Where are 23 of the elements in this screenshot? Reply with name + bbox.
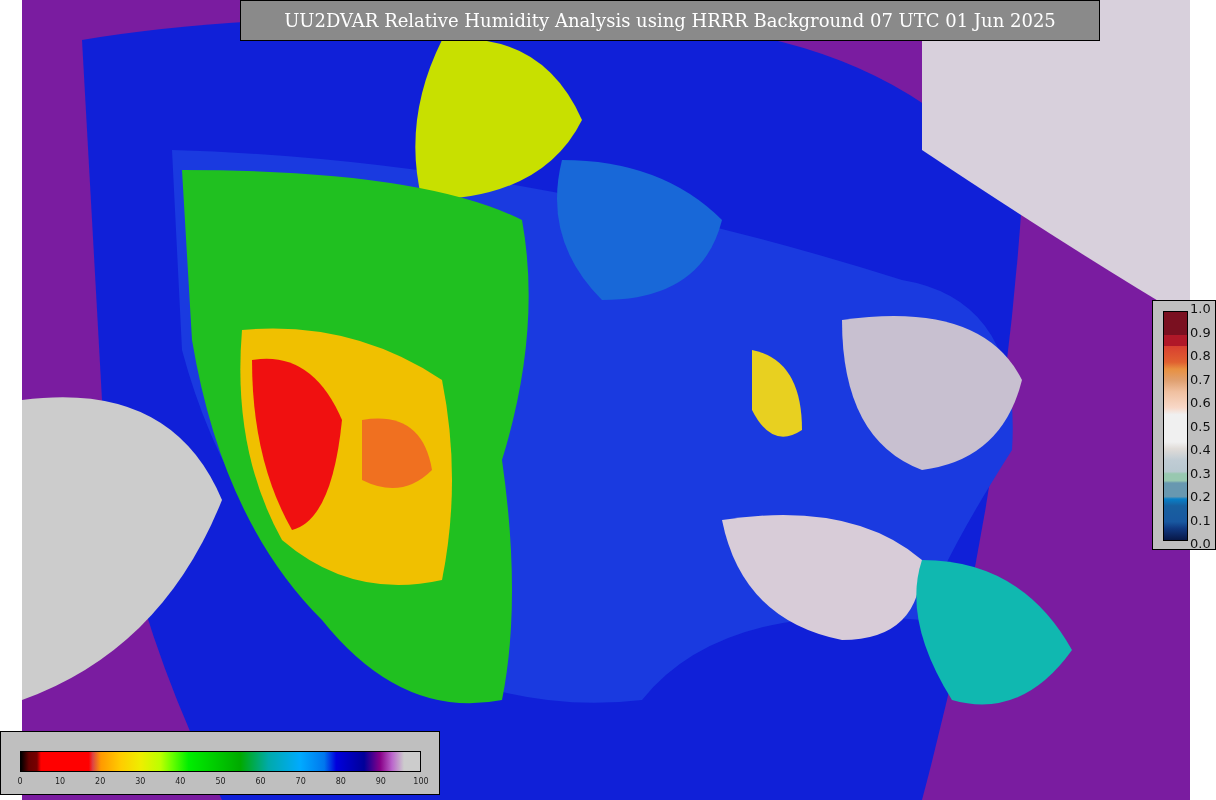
tick-label: 1.0	[1190, 302, 1211, 315]
tick-label: 0.1	[1190, 513, 1211, 527]
tick-label: 0.3	[1190, 466, 1211, 480]
tick-label: 0	[16, 776, 24, 788]
tick-label: 80	[334, 776, 347, 788]
tick-label: 100	[412, 776, 430, 788]
tick-label: 0.9	[1190, 325, 1211, 339]
tick-label: 0.2	[1190, 490, 1211, 503]
tick-label: 90	[374, 776, 387, 788]
tick-label: 60	[254, 776, 267, 788]
tick-label: 0.5	[1190, 419, 1211, 433]
tick-label: 0.4	[1190, 443, 1211, 456]
tick-label: 0.0	[1190, 537, 1211, 550]
tick-label: 0.6	[1190, 396, 1211, 409]
tick-label: 0.7	[1190, 372, 1211, 386]
tick-label: 40	[174, 776, 187, 788]
tick-label: 50	[214, 776, 227, 788]
tick-label: 0.8	[1190, 349, 1211, 362]
map-title: UU2DVAR Relative Humidity Analysis using HRRR Background 07 UTC 01 Jun 2025	[240, 0, 1100, 41]
tick-label: 10	[54, 776, 67, 788]
tick-label: 70	[294, 776, 307, 788]
tick-label: 30	[134, 776, 147, 788]
tick-label: 20	[94, 776, 107, 788]
